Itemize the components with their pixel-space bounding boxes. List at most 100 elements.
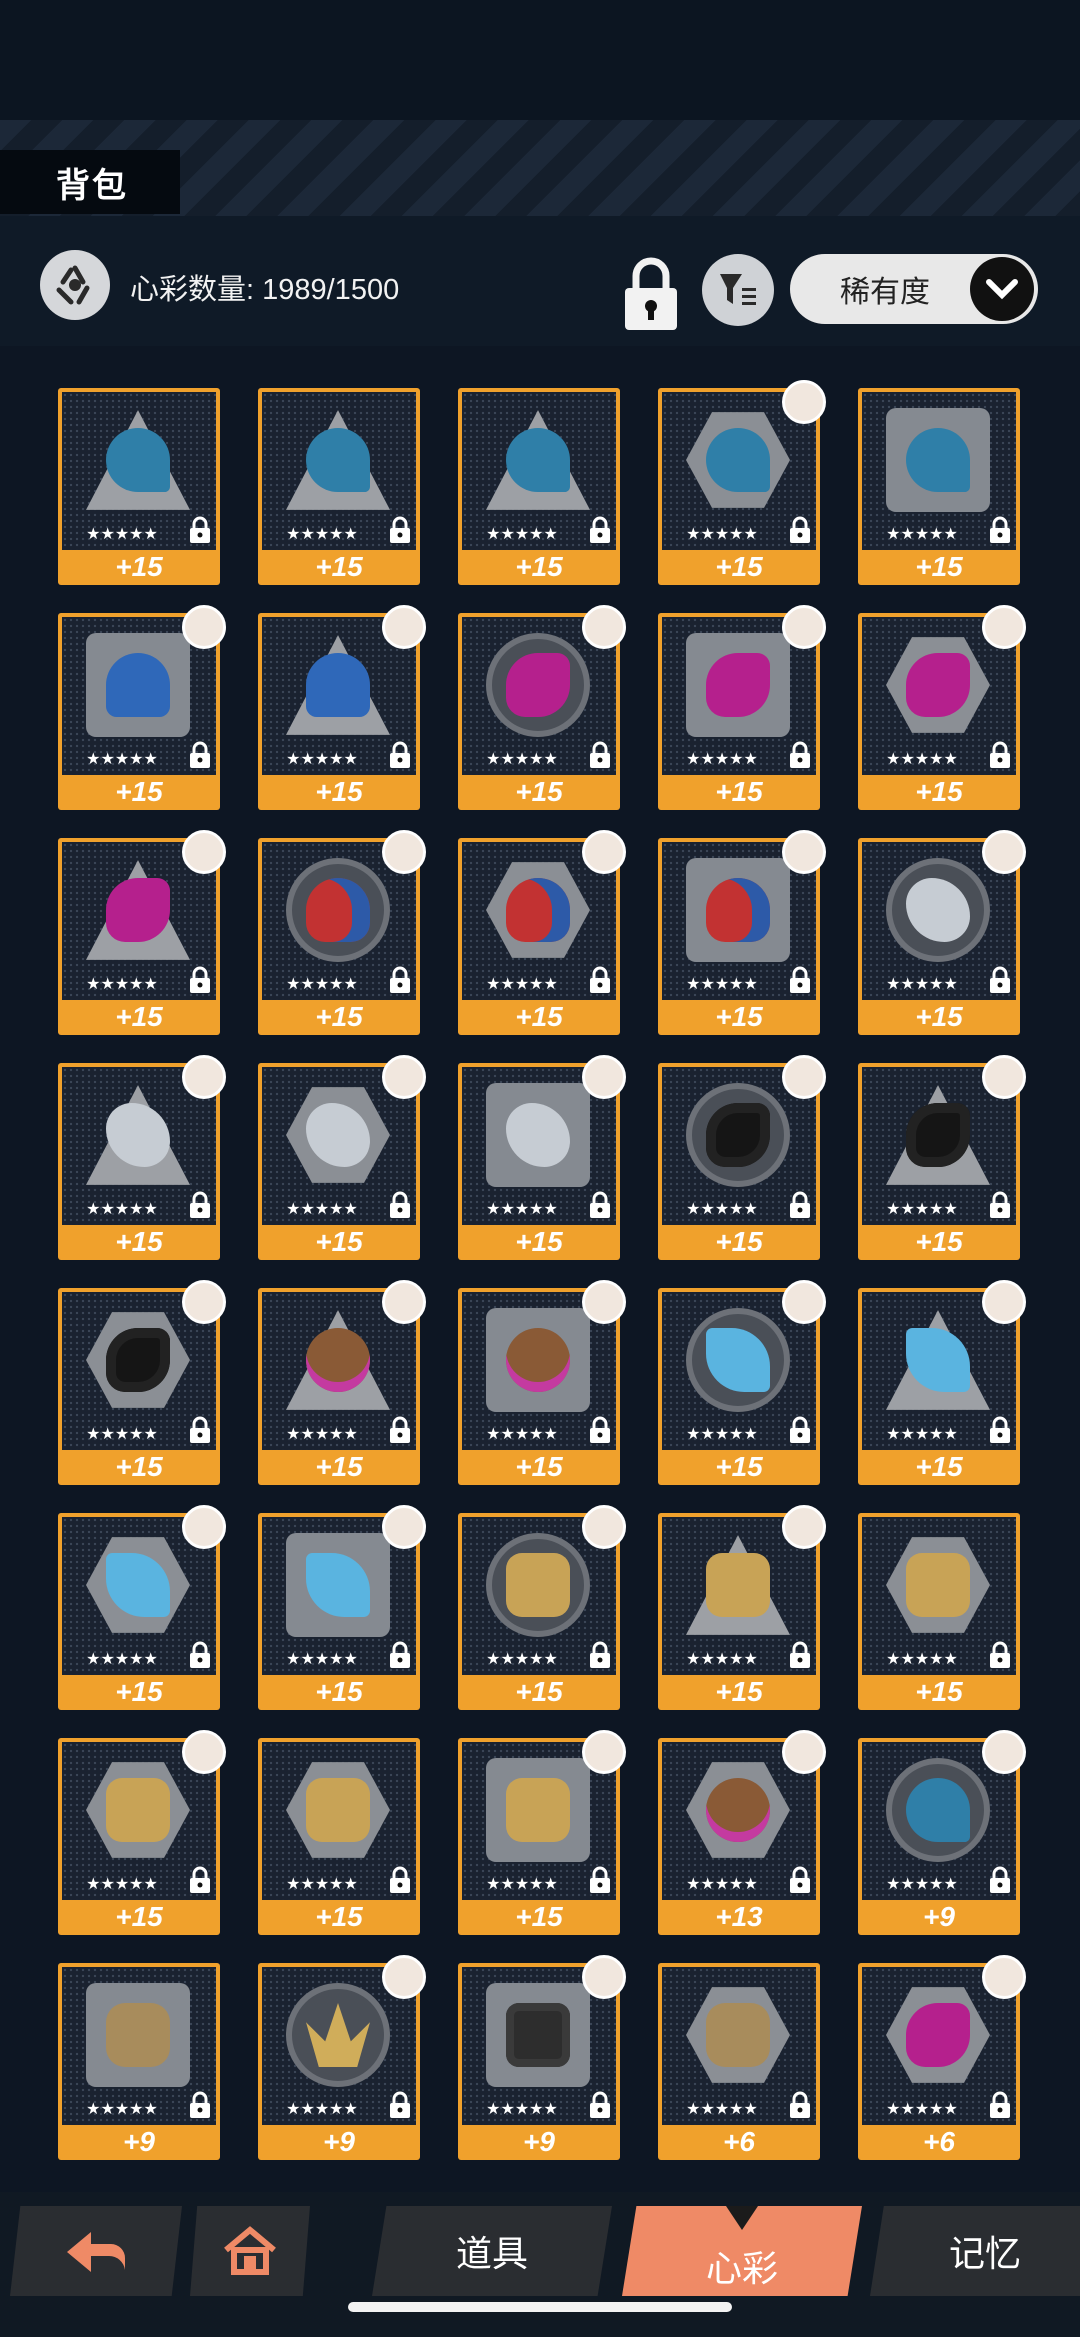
star-rating: ★★★★★ [486, 526, 558, 543]
lock-icon [789, 966, 811, 994]
item-count-label: 心彩数量: 1989/1500 [130, 274, 400, 306]
hammer-icon [306, 1778, 370, 1842]
tab-xincai-label: 心彩 [705, 2248, 778, 2289]
item-card[interactable]: ★★★★★ +15 [258, 830, 426, 1035]
star-rating: ★★★★★ [486, 1876, 558, 1893]
item-card[interactable]: ★★★★★ +15 [658, 1280, 826, 1485]
lock-icon [789, 516, 811, 544]
item-card[interactable]: ★★★★★ +15 [58, 605, 226, 810]
item-card[interactable]: ★★★★★ +9 [458, 1955, 626, 2160]
item-card[interactable]: ★★★★★ +15 [858, 388, 1020, 585]
item-level: +15 [915, 1001, 963, 1032]
item-card[interactable]: ★★★★★ +15 [458, 388, 620, 585]
lock-icon [389, 741, 411, 769]
item-art-frame: ★★★★★ [262, 1742, 416, 1900]
item-level: +15 [915, 551, 963, 582]
item-card[interactable]: ★★★★★ +15 [58, 1055, 226, 1260]
pipe-icon [106, 2003, 170, 2067]
character-avatar-icon [582, 1280, 626, 1324]
item-card[interactable]: ★★★★★ +15 [858, 830, 1026, 1035]
item-card[interactable]: ★★★★★ +15 [258, 388, 420, 585]
sort-dropdown[interactable]: 稀有度 [790, 254, 1038, 324]
tab-xincai[interactable]: 心彩 [622, 2206, 862, 2296]
character-avatar-icon [782, 1505, 826, 1549]
item-card[interactable]: ★★★★★ +15 [258, 1738, 420, 1935]
item-card[interactable]: ★★★★★ +15 [258, 1280, 426, 1485]
home-button[interactable] [190, 2206, 310, 2296]
lock-icon [789, 1866, 811, 1894]
lock-icon [189, 741, 211, 769]
item-card[interactable]: ★★★★★ +15 [858, 1513, 1020, 1710]
lock-icon [389, 966, 411, 994]
item-art-frame: ★★★★★ [462, 392, 616, 550]
star-rating: ★★★★★ [686, 751, 758, 768]
item-card[interactable]: ★★★★★ +15 [58, 1505, 226, 1710]
item-card[interactable]: ★★★★★ +15 [258, 1505, 426, 1710]
character-avatar-icon [582, 1505, 626, 1549]
item-card[interactable]: ★★★★★ +15 [258, 605, 426, 810]
item-card[interactable]: ★★★★★ +15 [58, 1730, 226, 1935]
item-card[interactable]: ★★★★★ +15 [58, 830, 226, 1035]
lock-icon [789, 2091, 811, 2119]
character-avatar-icon [782, 380, 826, 424]
item-card[interactable]: ★★★★★ +15 [258, 1055, 426, 1260]
item-level: +15 [715, 551, 763, 582]
character-avatar-icon [782, 1280, 826, 1324]
hair-icon [706, 653, 770, 717]
item-card[interactable]: ★★★★★ +9 [58, 1963, 220, 2160]
star-rating: ★★★★★ [886, 976, 958, 993]
item-card[interactable]: ★★★★★ +15 [458, 1280, 626, 1485]
item-level: +15 [715, 1001, 763, 1032]
item-card[interactable]: ★★★★★ +15 [458, 830, 626, 1035]
tab-memory[interactable]: 记忆 [870, 2206, 1080, 2296]
item-card[interactable]: ★★★★★ +9 [258, 1955, 426, 2160]
character-avatar-icon [782, 605, 826, 649]
item-card[interactable]: ★★★★★ +15 [658, 380, 826, 585]
recycle-button[interactable] [40, 250, 110, 320]
item-card[interactable]: ★★★★★ +15 [858, 605, 1026, 810]
star-rating: ★★★★★ [286, 1651, 358, 1668]
item-card[interactable]: ★★★★★ +13 [658, 1730, 826, 1935]
status-area [0, 0, 1080, 120]
item-level: +9 [523, 2126, 555, 2157]
character-avatar-icon [982, 1730, 1026, 1774]
character-avatar-icon [382, 605, 426, 649]
item-card[interactable]: ★★★★★ +15 [658, 1505, 826, 1710]
item-card[interactable]: ★★★★★ +6 [858, 1955, 1026, 2160]
lock-icon [389, 1641, 411, 1669]
star-rating: ★★★★★ [486, 2101, 558, 2118]
item-card[interactable]: ★★★★★ +15 [858, 1280, 1026, 1485]
star-rating: ★★★★★ [686, 1426, 758, 1443]
star-rating: ★★★★★ [886, 2101, 958, 2118]
lock-icon [589, 2091, 611, 2119]
item-card[interactable]: ★★★★★ +15 [858, 1055, 1026, 1260]
item-card[interactable]: ★★★★★ +9 [858, 1730, 1026, 1935]
home-icon [224, 2226, 276, 2275]
star-rating: ★★★★★ [686, 2101, 758, 2118]
star-rating: ★★★★★ [86, 1876, 158, 1893]
item-card[interactable]: ★★★★★ +15 [458, 1730, 626, 1935]
lock-button[interactable] [622, 256, 680, 332]
item-card[interactable]: ★★★★★ +15 [58, 1280, 226, 1485]
tab-items[interactable]: 道具 [372, 2206, 612, 2296]
character-avatar-icon [382, 1055, 426, 1099]
item-card[interactable]: ★★★★★ +15 [58, 388, 220, 585]
item-card[interactable]: ★★★★★ +15 [658, 1055, 826, 1260]
filter-button[interactable] [702, 254, 774, 326]
character-avatar-icon [382, 830, 426, 874]
item-card[interactable]: ★★★★★ +6 [658, 1963, 820, 2160]
character-avatar-icon [182, 1280, 226, 1324]
item-card[interactable]: ★★★★★ +15 [458, 1055, 626, 1260]
item-card[interactable]: ★★★★★ +15 [458, 605, 626, 810]
item-level: +15 [715, 776, 763, 807]
back-button[interactable] [10, 2206, 182, 2296]
item-card[interactable]: ★★★★★ +15 [458, 1505, 626, 1710]
light-icon [506, 2003, 570, 2067]
item-card[interactable]: ★★★★★ +15 [658, 830, 826, 1035]
character-avatar-icon [982, 1955, 1026, 1999]
item-card[interactable]: ★★★★★ +15 [658, 605, 826, 810]
item-art-frame: ★★★★★ [62, 392, 216, 550]
character-avatar-icon [182, 830, 226, 874]
character-avatar-icon [582, 1955, 626, 1999]
star-rating: ★★★★★ [486, 1201, 558, 1218]
